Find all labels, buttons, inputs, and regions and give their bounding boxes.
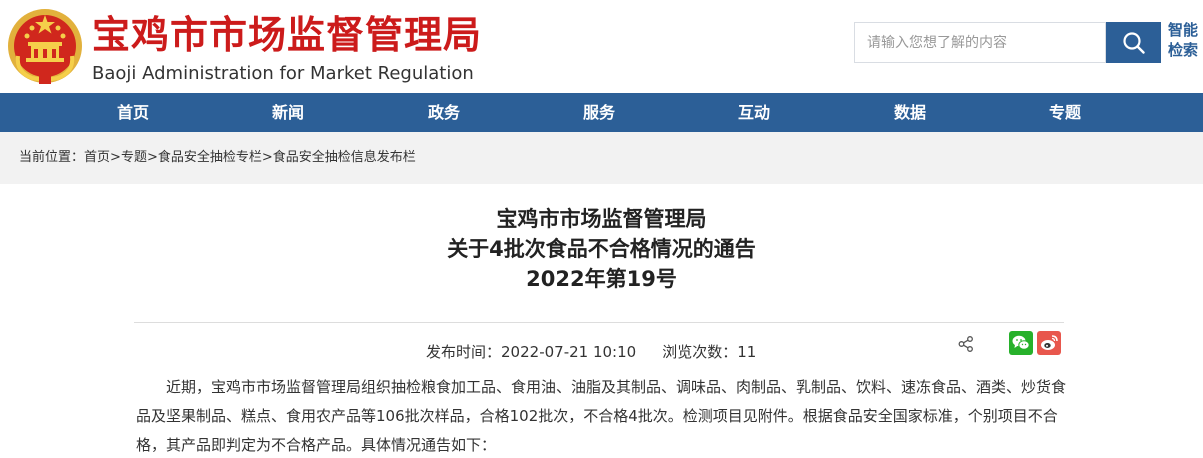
breadcrumb-item-food-safety-column[interactable]: 食品安全抽检专栏: [158, 150, 262, 165]
breadcrumb-prefix: 当前位置：: [19, 150, 85, 165]
article-meta: 发布时间：2022-07-21 10:10 浏览次数：11: [426, 342, 756, 362]
site-header: 宝鸡市市场监督管理局 Baoji Administration for Mark…: [0, 0, 1203, 93]
article-title: 宝鸡市市场监督管理局 关于4批次食品不合格情况的通告 2022年第19号: [0, 204, 1203, 294]
search-icon: [1122, 31, 1145, 54]
article-title-line-3: 2022年第19号: [526, 267, 677, 291]
nav-item-data[interactable]: 数据: [894, 93, 926, 132]
publish-time: 2022-07-21 10:10: [501, 343, 637, 361]
breadcrumb-item-release-column[interactable]: 食品安全抽检信息发布栏: [273, 150, 416, 165]
site-subtitle: Baoji Administration for Market Regulati…: [92, 63, 474, 84]
breadcrumb-separator: >: [110, 150, 121, 165]
breadcrumb-item-topics[interactable]: 专题: [121, 150, 147, 165]
site-title: 宝鸡市市场监督管理局: [92, 13, 483, 57]
nav-item-services[interactable]: 服务: [583, 93, 615, 132]
article-title-line-2: 关于4批次食品不合格情况的通告: [447, 237, 756, 261]
national-emblem-icon[interactable]: [6, 6, 84, 86]
article-body: 近期，宝鸡市市场监督管理局组织抽检粮食加工品、食用油、油脂及其制品、调味品、肉制…: [136, 378, 1067, 454]
nav-item-news[interactable]: 新闻: [272, 93, 304, 132]
breadcrumb-separator: >: [261, 150, 273, 165]
share-icon[interactable]: [957, 335, 975, 353]
views-count: 11: [737, 343, 757, 361]
article-title-line-1: 宝鸡市市场监督管理局: [496, 207, 707, 231]
breadcrumb-separator: >: [146, 150, 158, 165]
title-divider: [134, 322, 1064, 323]
search-box: [854, 22, 1106, 63]
nav-item-government-affairs[interactable]: 政务: [428, 93, 460, 132]
smart-search-link[interactable]: 智能检索: [1166, 20, 1200, 60]
weibo-icon[interactable]: [1037, 331, 1061, 355]
breadcrumb: 当前位置：首页>专题>食品安全抽检专栏>食品安全抽检信息发布栏: [0, 132, 1203, 184]
wechat-icon[interactable]: [1009, 331, 1033, 355]
search-input[interactable]: [855, 23, 1105, 62]
main-nav: 首页 新闻 政务 服务 互动 数据 专题: [0, 93, 1203, 132]
nav-item-topics[interactable]: 专题: [1049, 93, 1081, 132]
publish-label: 发布时间：: [426, 343, 502, 361]
nav-item-home[interactable]: 首页: [117, 93, 149, 132]
search-button[interactable]: [1106, 22, 1161, 63]
views-label: 浏览次数：: [662, 343, 738, 361]
nav-item-interaction[interactable]: 互动: [738, 93, 770, 132]
breadcrumb-item-home[interactable]: 首页: [84, 150, 110, 165]
